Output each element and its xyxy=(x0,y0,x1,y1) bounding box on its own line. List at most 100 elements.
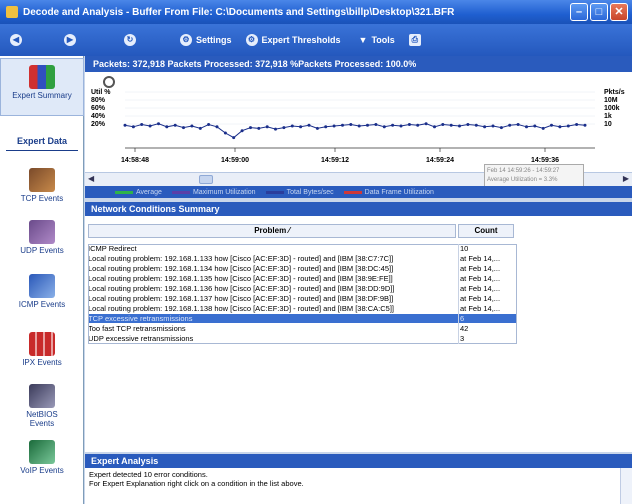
problem-cell: Local routing problem: 192.168.1.136 how… xyxy=(88,284,395,293)
zoom-icon[interactable] xyxy=(103,76,115,88)
table-row[interactable]: Too fast TCP retransmissions 42 xyxy=(88,324,516,333)
x-tick-label: 14:58:48 xyxy=(121,157,149,164)
data-point xyxy=(499,126,503,130)
analysis-scrollbar[interactable] xyxy=(620,468,632,504)
table-row[interactable]: Local routing problem: 192.168.1.136 how… xyxy=(88,284,516,293)
table-row[interactable]: Local routing problem: 192.168.1.138 how… xyxy=(88,304,516,313)
scroll-thumb[interactable] xyxy=(199,175,213,184)
scroll-left-icon[interactable]: ◀ xyxy=(88,174,94,183)
back-icon: ◀ xyxy=(10,34,22,46)
close-button[interactable]: ✕ xyxy=(610,3,628,21)
data-point xyxy=(458,124,461,128)
table-row[interactable]: UDP excessive retransmissions 3 xyxy=(88,334,516,343)
scroll-right-icon[interactable]: ▶ xyxy=(623,174,629,183)
data-point xyxy=(198,126,202,130)
title-bar: Decode and Analysis - Buffer From File: … xyxy=(0,0,632,24)
data-point xyxy=(131,125,135,129)
gear-icon: ⚙ xyxy=(180,34,192,46)
data-point xyxy=(357,124,361,128)
problem-column-header[interactable]: Problem ⁄ xyxy=(88,224,456,238)
data-point xyxy=(583,123,587,127)
utilization-line xyxy=(124,123,586,139)
data-point xyxy=(449,123,453,127)
data-point xyxy=(173,123,177,127)
y2-tick-label: Pkts/s xyxy=(604,89,625,96)
sidebar-item-label: Expert Summary xyxy=(12,91,72,100)
sidebar-item-icmp-events[interactable]: ICMP Events xyxy=(0,274,84,309)
legend-item: Average xyxy=(115,189,162,196)
table-row[interactable]: Local routing problem: 192.168.1.134 how… xyxy=(88,264,516,273)
table-row[interactable]: ICMP Redirect 10 xyxy=(88,244,516,253)
minimize-button[interactable]: – xyxy=(570,3,588,21)
tcp-events-icon xyxy=(29,168,55,192)
data-point xyxy=(466,123,470,126)
sidebar-item-tcp-events[interactable]: TCP Events xyxy=(0,168,84,203)
back-button[interactable]: ◀ xyxy=(10,34,26,46)
dropdown-arrow-icon: ▼ xyxy=(358,35,368,45)
legend-item: Data Frame Utilization xyxy=(343,188,434,196)
problem-cell: Local routing problem: 192.168.1.138 how… xyxy=(88,304,394,313)
tooltip-line: Feb 14 14:59:26 - 14:59:27 xyxy=(487,168,560,174)
sidebar-item-ipx-events[interactable]: IPX Events xyxy=(0,332,84,367)
expert-thresholds-button[interactable]: ⚙ Expert Thresholds xyxy=(245,34,341,46)
legend-item: Total Bytes/sec xyxy=(265,188,334,196)
maximize-button[interactable]: □ xyxy=(590,3,608,21)
sidebar-item-label: Expert Data xyxy=(16,136,68,146)
count-column-header[interactable]: Count xyxy=(458,224,514,238)
tooltip-line: Average Utilization = 3.3% xyxy=(487,177,558,183)
voip-events-icon xyxy=(29,440,55,464)
legend-label: Total Bytes/sec xyxy=(286,188,334,196)
x-tick-label: 14:59:12 xyxy=(321,157,349,164)
analysis-line: Expert detected 10 error conditions. xyxy=(89,470,208,479)
data-point xyxy=(165,125,169,129)
data-point xyxy=(324,125,328,129)
data-point xyxy=(516,123,520,126)
data-point xyxy=(382,125,386,129)
data-point xyxy=(148,124,152,128)
column-label: Problem xyxy=(254,226,287,235)
count-cell: 6 xyxy=(460,314,465,323)
data-point xyxy=(533,124,537,128)
tools-menu[interactable]: ▼ Tools xyxy=(359,35,395,45)
legend-swatch xyxy=(343,190,362,194)
table-row[interactable]: Local routing problem: 192.168.1.135 how… xyxy=(88,274,516,283)
forward-button[interactable]: ▶ xyxy=(64,34,80,46)
print-button[interactable]: ⎙ xyxy=(408,34,425,46)
data-point xyxy=(349,123,353,126)
problem-cell: TCP excessive retransmissions xyxy=(88,314,193,323)
data-point xyxy=(215,125,219,129)
x-tick-label: 14:59:00 xyxy=(221,157,249,164)
problem-cell: UDP excessive retransmissions xyxy=(88,334,194,343)
expert-analysis-text: Expert detected 10 error conditions. For… xyxy=(85,468,632,504)
netbios-events-icon xyxy=(29,384,55,408)
data-point xyxy=(341,123,344,127)
sidebar-item-udp-events[interactable]: UDP Events xyxy=(0,220,84,255)
sidebar-item-expert-summary[interactable]: Expert Summary xyxy=(0,58,84,116)
data-point xyxy=(157,122,160,126)
x-tick-label: 14:59:36 xyxy=(531,157,559,164)
y-tick-label: 20% xyxy=(91,121,106,128)
problem-cell: Local routing problem: 192.168.1.134 how… xyxy=(88,264,394,273)
data-point xyxy=(366,123,369,127)
settings-button[interactable]: ⚙ Settings xyxy=(180,34,232,46)
table-row-selected[interactable]: TCP excessive retransmissions 6 xyxy=(88,314,516,323)
sidebar-item-expert-data[interactable]: Expert Data xyxy=(0,136,84,146)
column-divider xyxy=(458,244,459,344)
data-point xyxy=(441,123,445,126)
data-point xyxy=(374,123,378,126)
table-row[interactable]: Local routing problem: 192.168.1.133 how… xyxy=(88,254,516,263)
sidebar-item-voip-events[interactable]: VoIP Events xyxy=(0,440,84,475)
sidebar-item-label: VoIP Events xyxy=(20,466,64,475)
chart-legend: Average Maximum Utilization Total Bytes/… xyxy=(85,186,632,198)
table-row[interactable]: Local routing problem: 192.168.1.137 how… xyxy=(88,294,516,303)
legend-item: Maximum Utilization xyxy=(171,189,256,196)
udp-events-icon xyxy=(29,220,55,244)
refresh-icon: ↻ xyxy=(124,34,136,46)
data-point xyxy=(508,123,512,127)
sidebar-item-label: UDP Events xyxy=(20,246,64,255)
data-point xyxy=(575,123,579,126)
expert-summary-icon xyxy=(29,65,55,89)
refresh-button[interactable]: ↻ xyxy=(124,34,140,46)
sidebar-item-netbios-events[interactable]: NetBIOS Events xyxy=(0,384,84,428)
legend-label: Data Frame Utilization xyxy=(364,188,434,196)
